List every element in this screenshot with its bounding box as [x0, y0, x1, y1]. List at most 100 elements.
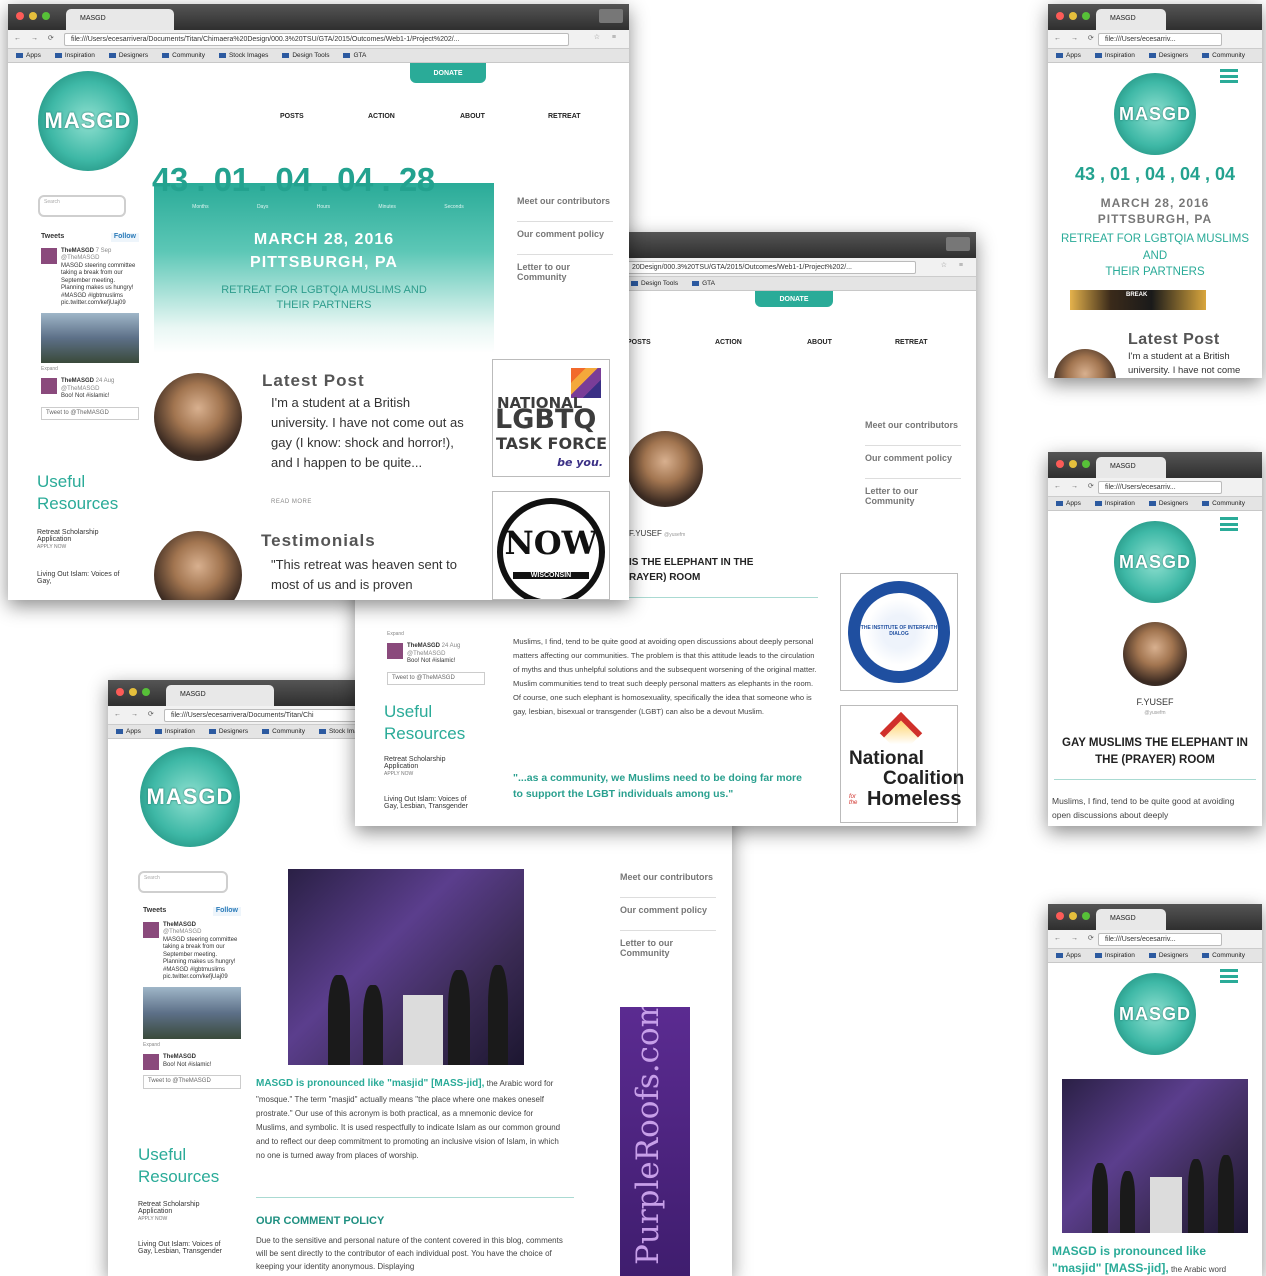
nav-arrows-icon[interactable]: ← → ⟳: [1054, 934, 1098, 942]
tweet-expand[interactable]: Expand: [387, 631, 485, 637]
resource-living-out[interactable]: Living Out Islam: Voices of Gay,: [37, 571, 127, 585]
bookmark-inspiration[interactable]: Inspiration: [1095, 52, 1135, 59]
bookmark-designers[interactable]: Designers: [209, 728, 248, 735]
latest-post-avatar[interactable]: [1054, 349, 1116, 378]
now-wisconsin-logo[interactable]: NOW WISCONSIN: [492, 491, 610, 600]
search-input[interactable]: Search: [38, 195, 126, 217]
hamburger-menu-icon[interactable]: [1220, 969, 1238, 983]
link-contributors[interactable]: Meet our contributors: [865, 420, 961, 431]
bookmark-apps[interactable]: Apps: [16, 52, 41, 59]
masgd-logo[interactable]: MASGD: [1114, 521, 1196, 603]
hamburger-menu-icon[interactable]: [1220, 517, 1238, 531]
nav-arrows-icon[interactable]: ← → ⟳: [14, 34, 58, 42]
link-letter[interactable]: Letter to our Community: [517, 262, 613, 283]
follow-button[interactable]: Follow: [110, 233, 139, 242]
bookmark-community[interactable]: Community: [262, 728, 305, 735]
link-comment-policy[interactable]: Our comment policy: [865, 453, 961, 464]
resource-living-out[interactable]: Living Out Islam: Voices of Gay, Lesbian…: [384, 796, 474, 810]
bookmark-inspiration[interactable]: Inspiration: [155, 728, 195, 735]
hamburger-menu-icon[interactable]: [1220, 69, 1238, 83]
bookmark-apps[interactable]: Apps: [1056, 52, 1081, 59]
resource-scholarship[interactable]: Retreat Scholarship Application APPLY NOW: [138, 1201, 228, 1222]
tweet-author[interactable]: TheMASGD: [407, 643, 440, 649]
latest-post-avatar[interactable]: [154, 373, 242, 461]
nav-posts[interactable]: POSTS: [627, 339, 651, 346]
url-field[interactable]: file:///Users/ecesarriv...: [1098, 481, 1222, 494]
tweet-author-2[interactable]: TheMASGD: [61, 378, 94, 384]
window-button[interactable]: [599, 9, 623, 23]
masgd-logo[interactable]: MASGD: [1114, 973, 1196, 1055]
bookmark-community[interactable]: Community: [1202, 500, 1245, 507]
bookmark-inspiration[interactable]: Inspiration: [55, 52, 95, 59]
bookmark-gta[interactable]: GTA: [343, 52, 366, 59]
link-contributors[interactable]: Meet our contributors: [517, 196, 613, 207]
nav-about[interactable]: ABOUT: [460, 113, 485, 120]
donate-button[interactable]: DONATE: [410, 63, 486, 83]
interfaith-logo[interactable]: THE INSTITUTE OF INTERFAITH DIALOG: [840, 573, 958, 691]
nav-retreat[interactable]: RETREAT: [548, 113, 581, 120]
bookmark-apps[interactable]: Apps: [1056, 952, 1081, 959]
bookmark-designers[interactable]: Designers: [1149, 52, 1188, 59]
bookmark-gta[interactable]: GTA: [692, 280, 715, 287]
apply-now-link[interactable]: APPLY NOW: [37, 544, 66, 550]
break-banner[interactable]: BREAK: [1070, 290, 1206, 310]
browser-tab[interactable]: MASGD: [1096, 457, 1166, 478]
bookmark-inspiration[interactable]: Inspiration: [1095, 500, 1135, 507]
nav-arrows-icon[interactable]: ← → ⟳: [1054, 34, 1098, 42]
bookmark-community[interactable]: Community: [1202, 52, 1245, 59]
resource-scholarship[interactable]: Retreat Scholarship Application APPLY NOW: [37, 529, 127, 550]
bookmark-designers[interactable]: Designers: [1149, 500, 1188, 507]
tweet-author[interactable]: TheMASGD: [163, 922, 196, 928]
national-coalition-logo[interactable]: National Coalition for the Homeless: [840, 705, 964, 823]
bookmark-design-tools[interactable]: Design Tools: [282, 52, 329, 59]
nav-retreat[interactable]: RETREAT: [895, 339, 928, 346]
masgd-logo[interactable]: MASGD: [140, 747, 240, 847]
url-field[interactable]: file:///Users/ecesarrivera/Documents/Tit…: [64, 33, 569, 46]
nav-action[interactable]: ACTION: [715, 339, 742, 346]
search-input[interactable]: Search: [138, 871, 228, 893]
tweet-photo[interactable]: [41, 312, 139, 363]
browser-icons[interactable]: ☆ ≡: [594, 33, 621, 41]
tweet-expand[interactable]: Expand: [143, 1042, 241, 1048]
url-field[interactable]: file:///Users/ecesarriv...: [1098, 33, 1222, 46]
tweet-photo[interactable]: [143, 986, 241, 1039]
bookmark-inspiration[interactable]: Inspiration: [1095, 952, 1135, 959]
nav-about[interactable]: ABOUT: [807, 339, 832, 346]
tweet-to-button[interactable]: Tweet to @TheMASGD: [387, 671, 485, 686]
bookmark-design-tools[interactable]: Design Tools: [631, 280, 678, 287]
author-name[interactable]: F.YUSEF: [629, 529, 662, 538]
link-comment-policy[interactable]: Our comment policy: [620, 905, 716, 916]
browser-tab[interactable]: MASGD: [66, 9, 174, 30]
nav-posts[interactable]: POSTS: [280, 113, 304, 120]
nav-arrows-icon[interactable]: ← → ⟳: [114, 710, 158, 718]
purpleroofs-banner[interactable]: PurpleRoofs.com: [620, 1007, 690, 1276]
bookmark-community[interactable]: Community: [1202, 952, 1245, 959]
bookmark-designers[interactable]: Designers: [109, 52, 148, 59]
author-name[interactable]: F.YUSEF: [1048, 697, 1262, 707]
bookmark-apps[interactable]: Apps: [116, 728, 141, 735]
task-force-logo[interactable]: NATIONAL LGBTQ TASK FORCE be you.: [492, 359, 610, 477]
read-more-link[interactable]: READ MORE: [271, 499, 312, 505]
tweet-to-button[interactable]: Tweet to @TheMASGD: [143, 1075, 241, 1089]
resource-scholarship-label[interactable]: Retreat Scholarship Application: [37, 529, 98, 543]
masgd-logo[interactable]: MASGD: [1114, 73, 1196, 155]
tweet-expand[interactable]: Expand: [41, 366, 139, 372]
resource-living-out-label[interactable]: Living Out Islam: Voices of Gay,: [37, 571, 119, 585]
bookmark-stock[interactable]: Stock Images: [219, 52, 268, 59]
link-contributors[interactable]: Meet our contributors: [620, 872, 716, 883]
apply-now-link[interactable]: APPLY NOW: [138, 1216, 167, 1222]
bookmark-apps[interactable]: Apps: [1056, 500, 1081, 507]
donate-button[interactable]: DONATE: [755, 291, 833, 307]
bookmark-designers[interactable]: Designers: [1149, 952, 1188, 959]
tweet-to-button[interactable]: Tweet to @TheMASGD: [41, 406, 139, 420]
nav-action[interactable]: ACTION: [368, 113, 395, 120]
masgd-logo[interactable]: MASGD: [38, 71, 138, 171]
resource-scholarship[interactable]: Retreat Scholarship Application APPLY NOW: [384, 756, 474, 777]
url-field[interactable]: 20Design/000.3%20TSU/GTA/2015/Outcomes/W…: [625, 261, 916, 274]
link-letter[interactable]: Letter to our Community: [865, 486, 961, 507]
tweet-author-2[interactable]: TheMASGD: [163, 1054, 196, 1060]
url-field[interactable]: file:///Users/ecesarriv...: [1098, 933, 1222, 946]
resource-living-out[interactable]: Living Out Islam: Voices of Gay, Lesbian…: [138, 1241, 228, 1255]
resource-scholarship-label[interactable]: Retreat Scholarship Application: [138, 1201, 199, 1215]
resource-living-out-label-2[interactable]: Lesbian, Transgender: [400, 803, 468, 810]
